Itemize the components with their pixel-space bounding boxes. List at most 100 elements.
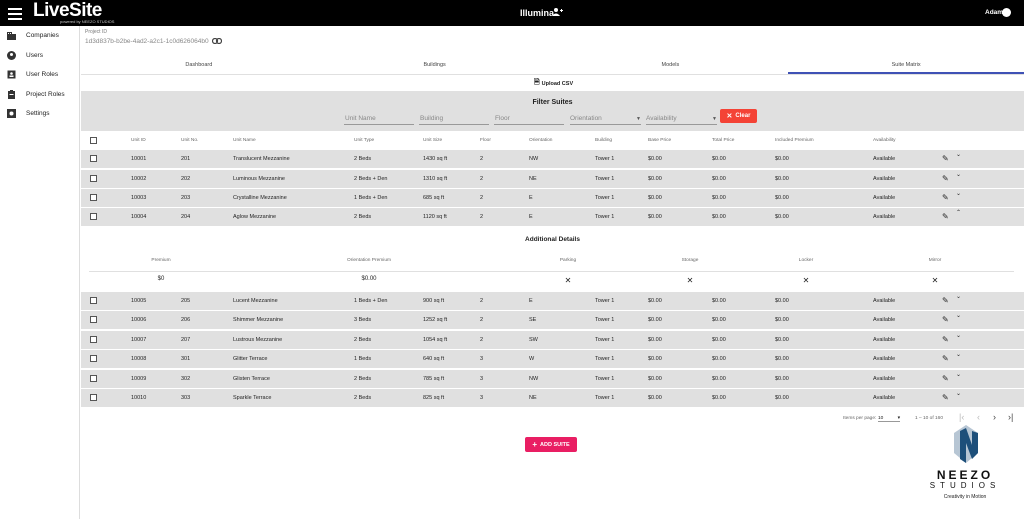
edit-icon[interactable]: ✎	[942, 154, 949, 163]
sidebar-item-users[interactable]: Users	[0, 46, 79, 66]
dropdown-arrow-icon: ▾	[897, 416, 900, 421]
account-icon[interactable]	[1002, 8, 1011, 17]
upload-csv-button[interactable]: 🗎 Upload CSV	[534, 78, 573, 89]
cell-id: 10002	[131, 176, 147, 182]
details-column-header: Orientation Premium	[347, 258, 391, 263]
watermark-name: NEEZO	[936, 468, 994, 482]
sidebar-item-project-roles[interactable]: Project Roles	[0, 85, 79, 105]
edit-icon[interactable]: ✎	[942, 393, 949, 402]
group-icon[interactable]	[552, 8, 563, 18]
premium-value: $0	[157, 276, 165, 282]
cell-premium: $0.00	[775, 195, 789, 201]
building-icon	[7, 31, 16, 41]
cell-building: Tower 1	[595, 156, 615, 162]
cell-name: Shimmer Mezzanine	[233, 317, 284, 323]
edit-icon[interactable]: ✎	[942, 315, 949, 324]
cell-availability: Available	[873, 317, 896, 323]
first-page-icon[interactable]: |‹	[959, 412, 964, 422]
availability-select[interactable]: Availability ▼	[646, 113, 717, 125]
cell-floor: 2	[480, 298, 484, 304]
additional-details-panel: Additional Details Premium Orientation P…	[81, 227, 1024, 290]
cell-orientation: E	[529, 298, 533, 304]
edit-icon[interactable]: ✎	[942, 193, 949, 202]
expand-chevron-icon[interactable]: ⌄	[956, 332, 961, 339]
row-checkbox[interactable]	[90, 375, 97, 382]
row-checkbox[interactable]	[90, 213, 97, 220]
expand-chevron-icon[interactable]: ⌄	[956, 151, 961, 158]
previous-page-icon[interactable]: ‹	[977, 412, 980, 422]
sidebar-item-settings[interactable]: Settings	[0, 104, 79, 124]
cell-total: $0.00	[712, 298, 726, 304]
row-checkbox[interactable]	[90, 155, 97, 162]
row-checkbox[interactable]	[90, 194, 97, 201]
table-row[interactable]: 10002 202 Luminous Mezzanine 2 Beds + Den 13…	[81, 170, 1024, 188]
expand-chevron-icon[interactable]: ⌄	[956, 171, 961, 178]
table-row[interactable]: 10001 201 Translucent Mezzanine 2 Beds 1430 …	[81, 150, 1024, 168]
column-header: Unit ID	[131, 138, 146, 143]
row-checkbox[interactable]	[90, 336, 97, 343]
edit-icon[interactable]: ✎	[942, 174, 949, 183]
link-icon[interactable]	[211, 37, 223, 46]
table-row[interactable]: 10010 303 Sparkle Terrace 2 Beds 825 sq ft 3 N…	[81, 389, 1024, 407]
expand-chevron-icon[interactable]: ⌄	[956, 390, 961, 397]
tab-suite-matrix[interactable]: Suite Matrix	[788, 57, 1024, 74]
row-checkbox[interactable]	[90, 297, 97, 304]
details-column-header: Mirror	[928, 258, 942, 263]
details-title: Additional Details	[525, 236, 580, 243]
table-row[interactable]: 10005 205 Lucent Mezzanine 1 Beds + Den 900 …	[81, 292, 1024, 310]
page-size-select[interactable]: 10 ▾	[878, 416, 900, 422]
table-row[interactable]: 10007 207 Lustrous Mezzanine 2 Beds 1054 sq …	[81, 331, 1024, 349]
expand-chevron-icon[interactable]: ⌄	[956, 190, 961, 197]
tab-buildings[interactable]: Buildings	[317, 57, 553, 74]
table-row[interactable]: 10006 206 Shimmer Mezzanine 3 Beds 1252 sq f…	[81, 311, 1024, 329]
cell-availability: Available	[873, 395, 896, 401]
tab-dashboard[interactable]: Dashboard	[81, 57, 317, 74]
expand-chevron-icon[interactable]: ⌄	[956, 371, 961, 378]
expand-chevron-icon[interactable]: ⌄	[956, 312, 961, 319]
cell-total: $0.00	[712, 395, 726, 401]
add-suite-button[interactable]: + ADD SUITE	[525, 437, 577, 452]
cell-floor: 3	[480, 356, 484, 362]
expand-chevron-icon[interactable]: ⌄	[956, 351, 961, 358]
column-header: Unit Size	[423, 138, 443, 143]
edit-icon[interactable]: ✎	[942, 212, 949, 221]
expand-chevron-icon[interactable]: ⌄	[956, 293, 961, 300]
table-row[interactable]: 10008 301 Glitter Terrace 1 Beds 640 sq ft 3 W…	[81, 350, 1024, 368]
building-input[interactable]: Building	[419, 113, 489, 125]
menu-icon[interactable]	[8, 5, 22, 21]
cell-floor: 2	[480, 337, 484, 343]
cell-base: $0.00	[648, 356, 662, 362]
table-row[interactable]: 10009 302 Glisten Terrace 2 Beds 785 sq ft 3 N…	[81, 370, 1024, 388]
cell-orientation: NW	[529, 156, 539, 162]
cell-id: 10005	[131, 298, 147, 304]
sidebar-item-companies[interactable]: Companies	[0, 26, 79, 46]
clear-button[interactable]: ✕ Clear	[720, 109, 757, 123]
cell-no: 207	[181, 337, 191, 343]
cell-size: 1310 sq ft	[423, 176, 448, 182]
tab-models[interactable]: Models	[553, 57, 789, 74]
table-row[interactable]: 10003 203 Crystalline Mezzanine 1 Beds + De…	[81, 189, 1024, 207]
row-checkbox[interactable]	[90, 175, 97, 182]
floor-input[interactable]: Floor	[494, 113, 564, 125]
user-name[interactable]: Adam	[985, 9, 1003, 16]
row-checkbox[interactable]	[90, 355, 97, 362]
expand-chevron-icon[interactable]: ⌃	[956, 209, 961, 216]
cell-no: 202	[181, 176, 191, 182]
cell-base: $0.00	[648, 298, 662, 304]
select-all-checkbox[interactable]	[90, 137, 97, 144]
row-checkbox[interactable]	[90, 394, 97, 401]
edit-icon[interactable]: ✎	[942, 374, 949, 383]
table-row[interactable]: 10004 204 Aglow Mezzanine 2 Beds 1120 sq ft 2…	[81, 208, 1024, 226]
edit-icon[interactable]: ✎	[942, 335, 949, 344]
edit-icon[interactable]: ✎	[942, 296, 949, 305]
row-checkbox[interactable]	[90, 316, 97, 323]
cell-size: 685 sq ft	[423, 195, 445, 201]
orientation-select[interactable]: Orientation ▼	[570, 113, 641, 125]
edit-icon[interactable]: ✎	[942, 354, 949, 363]
next-page-icon[interactable]: ›	[993, 412, 996, 422]
unit-name-input[interactable]: Unit Name	[344, 113, 414, 125]
sidebar-item-user-roles[interactable]: User Roles	[0, 65, 79, 85]
cell-floor: 2	[480, 176, 484, 182]
last-page-icon[interactable]: ›|	[1008, 412, 1013, 422]
cell-no: 302	[181, 376, 191, 382]
